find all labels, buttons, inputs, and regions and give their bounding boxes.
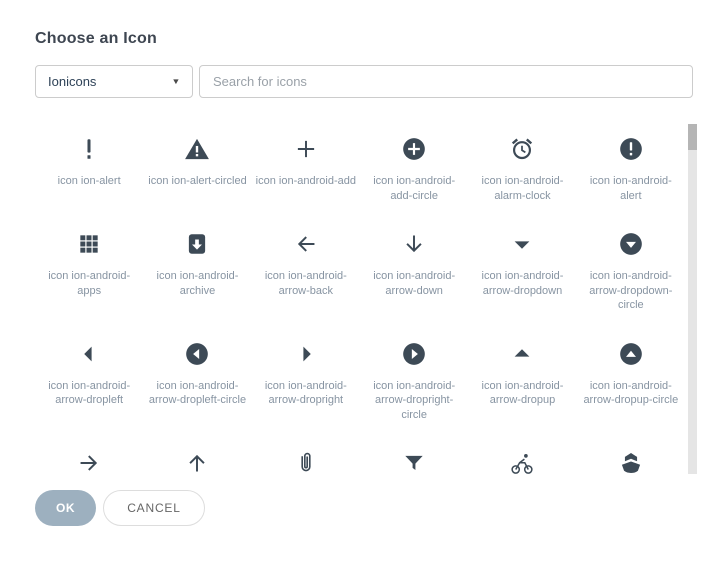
icon-grid-item[interactable]: icon ion-android-add-circle xyxy=(360,132,468,227)
icon-label: icon ion-android-arrow-dropup xyxy=(481,379,564,407)
ok-button[interactable]: OK xyxy=(35,490,97,526)
icon-label: icon ion-android-archive xyxy=(156,270,239,297)
android-bicycle-icon xyxy=(472,446,572,476)
icon-label: icon ion-android-arrow-dropleft xyxy=(48,379,131,407)
icon-grid-item[interactable]: icon ion-android-arrow-dropup xyxy=(468,337,576,447)
icon-label: icon ion-alert-circled xyxy=(148,175,247,187)
icon-label: icon ion-android-add-circle xyxy=(373,175,456,202)
android-apps-icon xyxy=(39,227,139,261)
icon-label: icon ion-android-arrow-dropleft-circle xyxy=(148,379,247,407)
android-arrow-dropright-circle-icon xyxy=(364,337,464,371)
android-add-circle-icon xyxy=(364,132,464,166)
android-arrow-dropdown-circle-icon xyxy=(581,227,681,261)
icon-grid-item[interactable]: icon ion-alert-circled xyxy=(143,132,251,227)
android-arrow-dropup-circle-icon xyxy=(581,337,681,371)
icon-set-select[interactable]: Ionicons ▼ xyxy=(35,65,193,98)
icon-grid-item[interactable]: icon ion-android-arrow-back xyxy=(252,227,360,337)
icon-grid-item[interactable]: icon ion-android-arrow-down xyxy=(360,227,468,337)
icon-label: icon ion-alert xyxy=(57,175,121,187)
android-arrow-dropup-icon xyxy=(472,337,572,371)
icon-label: icon ion-android-alarm-clock xyxy=(481,175,564,202)
dialog-title: Choose an Icon xyxy=(35,30,157,47)
icon-search-input[interactable] xyxy=(199,65,693,98)
android-arrow-dropdown-icon xyxy=(472,227,572,261)
icon-label: icon ion-android-arrow-back xyxy=(264,270,347,297)
android-add-icon xyxy=(256,132,356,166)
icon-grid-item[interactable] xyxy=(468,446,576,476)
select-dropdown-arrow-icon: ▼ xyxy=(171,77,181,86)
icon-grid-item[interactable]: icon ion-android-arrow-dropdown xyxy=(468,227,576,337)
icon-grid-item[interactable]: icon ion-android-arrow-dropright xyxy=(252,337,360,447)
alert-circled-icon xyxy=(147,132,247,166)
android-attach-icon xyxy=(256,446,356,476)
icon-grid-item[interactable]: icon ion-android-arrow-dropright-circle xyxy=(360,337,468,447)
android-arrow-dropleft-circle-icon xyxy=(147,337,247,371)
icon-grid-item[interactable]: icon ion-android-add xyxy=(252,132,360,227)
android-arrow-up-icon xyxy=(147,446,247,476)
icon-grid-item[interactable] xyxy=(252,446,360,476)
scrollbar-thumb[interactable] xyxy=(688,124,697,150)
alert-icon xyxy=(39,132,139,166)
icon-grid-scroll-area: icon ion-alert icon ion-alert-circled icon… xyxy=(35,116,697,476)
icon-label: icon ion-android-alert xyxy=(589,175,672,202)
icon-label: icon ion-android-arrow-down xyxy=(373,270,456,297)
scrollbar-track[interactable] xyxy=(688,124,697,474)
footer: OK CANCEL xyxy=(35,490,727,526)
android-arrow-back-icon xyxy=(256,227,356,261)
icon-label: icon ion-android-arrow-dropdown-circle xyxy=(589,270,673,312)
icon-grid-item[interactable]: icon ion-android-alert xyxy=(577,132,685,227)
controls-row: Ionicons ▼ xyxy=(35,65,693,98)
icon-grid-item[interactable] xyxy=(35,446,143,476)
icon-grid: icon ion-alert icon ion-alert-circled icon… xyxy=(35,116,685,476)
icon-grid-item[interactable] xyxy=(577,446,685,476)
icon-grid-item[interactable] xyxy=(143,446,251,476)
icon-grid-item[interactable]: icon ion-android-arrow-dropleft xyxy=(35,337,143,447)
android-arrow-dropleft-icon xyxy=(39,337,139,371)
icon-grid-item[interactable] xyxy=(360,446,468,476)
android-alarm-clock-icon xyxy=(472,132,572,166)
icon-label: icon ion-android-apps xyxy=(48,270,131,297)
icon-label: icon ion-android-arrow-dropright-circle xyxy=(373,379,456,421)
icon-grid-item[interactable]: icon ion-android-arrow-dropup-circle xyxy=(577,337,685,447)
icon-picker-dialog: Choose an Icon Ionicons ▼ icon ion-alert… xyxy=(0,0,727,571)
icon-grid-item[interactable]: icon ion-android-arrow-dropdown-circle xyxy=(577,227,685,337)
icon-label: icon ion-android-arrow-dropup-circle xyxy=(583,379,679,407)
android-arrow-down-icon xyxy=(364,227,464,261)
android-boat-icon xyxy=(581,446,681,476)
android-archive-icon xyxy=(147,227,247,261)
icon-label: icon ion-android-arrow-dropright xyxy=(264,379,347,407)
android-arrow-dropright-icon xyxy=(256,337,356,371)
icon-label: icon ion-android-arrow-dropdown xyxy=(481,270,564,297)
icon-grid-item[interactable]: icon ion-android-archive xyxy=(143,227,251,337)
android-alert-icon xyxy=(581,132,681,166)
icon-grid-item[interactable]: icon ion-android-alarm-clock xyxy=(468,132,576,227)
android-arrow-forward-icon xyxy=(39,446,139,476)
icon-grid-item[interactable]: icon ion-alert xyxy=(35,132,143,227)
icon-grid-item[interactable]: icon ion-android-apps xyxy=(35,227,143,337)
icon-label: icon ion-android-add xyxy=(255,175,356,187)
icon-grid-item[interactable]: icon ion-android-arrow-dropleft-circle xyxy=(143,337,251,447)
icon-set-selected-value: Ionicons xyxy=(48,74,97,89)
android-funnel-icon xyxy=(364,446,464,476)
cancel-button[interactable]: CANCEL xyxy=(103,490,205,526)
